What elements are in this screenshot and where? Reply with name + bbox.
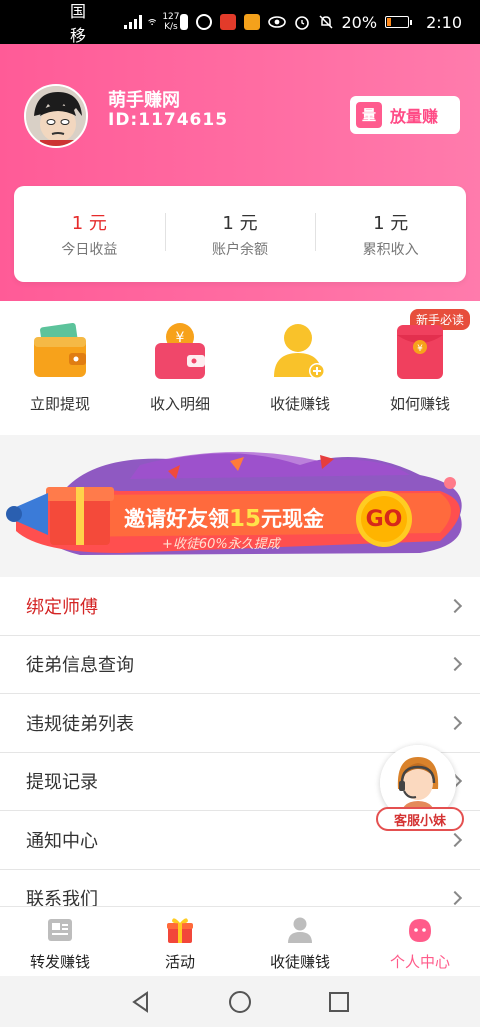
app-logo-icon [243, 14, 260, 30]
back-icon[interactable] [130, 990, 152, 1013]
system-nav-bar [0, 976, 480, 1027]
banner-title-suffix: 元现金 [261, 507, 325, 531]
chevron-right-icon [447, 891, 463, 906]
mute-icon [318, 15, 333, 29]
user-id: ID:1174615 [108, 110, 229, 130]
battery-icon [385, 16, 413, 28]
user-icon [288, 917, 312, 943]
chevron-right-icon [447, 715, 463, 730]
tab-recruit[interactable]: 收徒赚钱 [240, 907, 360, 976]
action-withdraw-label: 立即提现 [29, 395, 90, 413]
quick-actions: 立即提现 ¥ 收入明细 收徒赚钱 新手必读 ¥ 如何赚钱 [0, 301, 480, 435]
tab-profile[interactable]: 个人中心 [360, 907, 480, 976]
action-how-to-earn-label: 如何赚钱 [389, 395, 450, 413]
menu-violation-list[interactable]: 违规徒弟列表 [0, 694, 480, 753]
tab-recruit-label: 收徒赚钱 [269, 953, 330, 971]
customer-service-float[interactable]: 客服小妹 [376, 745, 466, 835]
banner-go-button[interactable]: GO [358, 503, 410, 535]
wallet-icon [34, 322, 86, 377]
menu-bind-master[interactable]: 绑定师傅 [0, 577, 480, 636]
customer-service-label: 客服小妹 [376, 807, 464, 831]
menu-apprentice-info[interactable]: 徒弟信息查询 [0, 636, 480, 694]
alarm-icon [294, 16, 309, 30]
stat-today-value: 1 元 [71, 213, 107, 234]
go-label: GO [365, 506, 403, 532]
net-speed-value: 127 [162, 12, 180, 22]
chevron-right-icon [447, 657, 463, 672]
action-recruit-label: 收徒赚钱 [269, 395, 330, 413]
clock: 2:10 [426, 12, 462, 32]
face-icon [409, 919, 431, 942]
stat-balance-label: 账户余额 [212, 242, 268, 258]
menu-bind-master-label: 绑定师傅 [26, 596, 98, 618]
banner-title-prefix: 邀请好友领 [124, 507, 229, 531]
net-speed: 127 K/s [162, 12, 179, 32]
signal-icon [124, 15, 143, 29]
net-speed-unit: K/s [164, 22, 178, 32]
menu-notification-center-label: 通知中心 [26, 830, 98, 852]
app-badge-icon [219, 14, 236, 30]
menu-violation-list-label: 违规徒弟列表 [26, 713, 134, 735]
tab-share-earn[interactable]: 转发赚钱 [0, 907, 120, 976]
promo-button[interactable]: 量 放量赚 [350, 96, 460, 134]
action-recruit[interactable]: 收徒赚钱 [240, 301, 360, 435]
battery-percent: 20% [341, 12, 378, 32]
tab-share-earn-label: 转发赚钱 [29, 953, 90, 971]
tab-activity-label: 活动 [164, 953, 195, 971]
recents-icon[interactable] [328, 991, 350, 1013]
stat-total-value: 1 元 [373, 213, 409, 234]
stat-today[interactable]: 1 元 今日收益 [14, 209, 165, 259]
avatar[interactable] [24, 84, 88, 148]
promo-logo-icon: 量 [356, 102, 382, 128]
banner-title-amount: 15 [229, 506, 262, 532]
tab-activity[interactable]: 活动 [120, 907, 240, 976]
action-income-detail[interactable]: ¥ 收入明细 [120, 301, 240, 435]
eye-icon [267, 16, 286, 28]
stat-total[interactable]: 1 元 累积收入 [315, 209, 466, 259]
stat-balance-value: 1 元 [222, 213, 258, 234]
promo-label: 放量赚 [390, 107, 439, 126]
banner-title: 邀请好友领15元现金 [124, 503, 324, 533]
wifi-icon [148, 19, 157, 26]
svg-text:¥: ¥ [417, 344, 423, 354]
app-notify-icon [195, 14, 212, 30]
action-how-to-earn[interactable]: 新手必读 ¥ 如何赚钱 [360, 301, 480, 435]
add-user-icon [274, 324, 325, 379]
action-withdraw[interactable]: 立即提现 [0, 301, 120, 435]
tab-profile-label: 个人中心 [389, 953, 450, 971]
menu-withdraw-records-label: 提现记录 [26, 772, 98, 794]
bottom-tab-bar: 转发赚钱 活动 收徒赚钱 个人中心 [0, 906, 480, 976]
alert-icon [179, 14, 188, 30]
chevron-right-icon [447, 598, 463, 613]
invite-banner[interactable]: 邀请好友领15元现金 +收徒60%永久提成 GO [0, 435, 480, 577]
gift-icon [167, 918, 193, 943]
earnings-card: 1 元 今日收益 1 元 账户余额 1 元 累积收入 [14, 186, 466, 282]
username: 萌手赚网 [108, 90, 180, 111]
home-icon[interactable] [228, 990, 252, 1014]
stat-total-label: 累积收入 [362, 242, 419, 258]
menu-apprentice-info-label: 徒弟信息查询 [26, 655, 134, 677]
red-envelope-icon: ¥ [397, 325, 443, 379]
action-income-detail-label: 收入明细 [149, 395, 210, 413]
coin-purse-icon: ¥ [155, 323, 205, 379]
banner-subtitle: +收徒60%永久提成 [162, 537, 280, 552]
stat-balance[interactable]: 1 元 账户余额 [164, 209, 316, 259]
stat-today-label: 今日收益 [61, 242, 118, 258]
status-bar: 中国移动 4G 127K/s 20% 2:10 [0, 0, 480, 69]
news-icon [48, 919, 72, 941]
